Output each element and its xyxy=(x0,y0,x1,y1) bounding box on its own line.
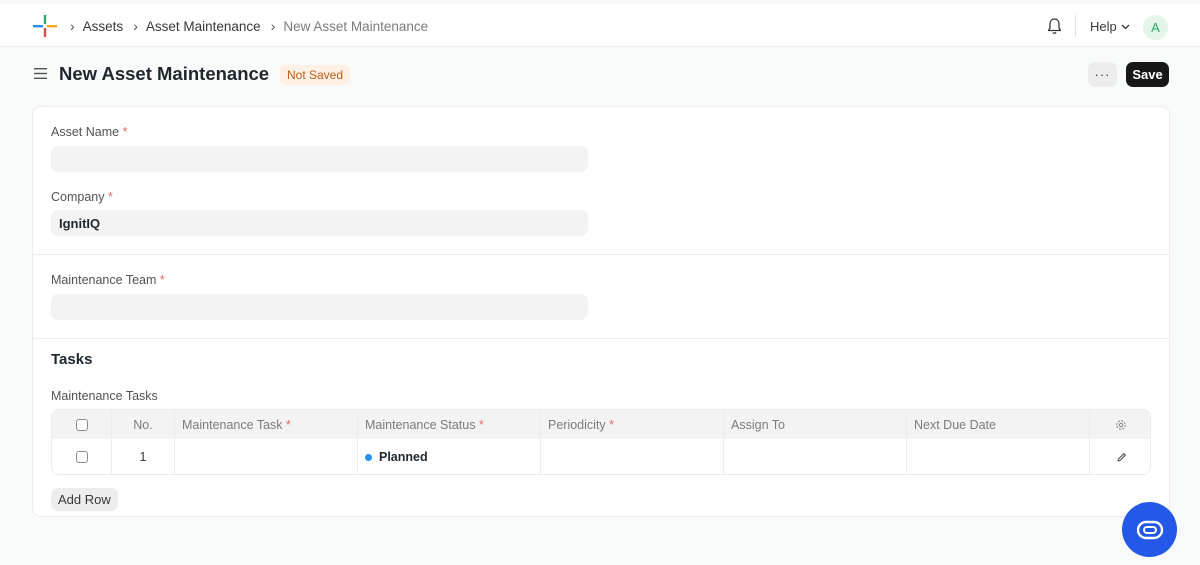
app-logo-icon[interactable] xyxy=(33,15,57,37)
user-avatar[interactable]: A xyxy=(1143,15,1168,40)
more-actions-button[interactable]: ··· xyxy=(1088,62,1117,87)
periodicity-cell[interactable] xyxy=(541,439,724,474)
save-button[interactable]: Save xyxy=(1126,62,1169,87)
gear-icon xyxy=(1116,419,1126,430)
asset-name-input[interactable] xyxy=(51,146,588,172)
form-card: Asset Name * Company * IgnitIQ Maintenan… xyxy=(32,106,1170,517)
notification-bell-icon[interactable] xyxy=(1046,17,1063,35)
status-dot-icon xyxy=(365,453,372,461)
company-input[interactable]: IgnitIQ xyxy=(51,210,588,236)
add-row-button[interactable]: Add Row xyxy=(51,488,118,511)
column-header-maintenance-task: Maintenance Task * xyxy=(175,410,358,439)
column-header-no: No. xyxy=(112,410,175,439)
maintenance-task-cell[interactable] xyxy=(175,439,358,474)
section-divider xyxy=(33,254,1169,255)
required-mark: * xyxy=(122,125,128,139)
breadcrumb: › Assets › Asset Maintenance › New Asset… xyxy=(70,18,438,34)
maintenance-status-cell[interactable]: Planned xyxy=(358,439,541,474)
company-label: Company * xyxy=(51,190,113,204)
chat-bot-icon xyxy=(1136,520,1163,539)
required-mark: * xyxy=(159,273,165,287)
chevron-right-icon: › xyxy=(270,18,276,34)
breadcrumb-current: New Asset Maintenance xyxy=(283,18,429,34)
page-title: New Asset Maintenance xyxy=(59,63,270,84)
column-header-maintenance-status: Maintenance Status * xyxy=(358,410,541,439)
column-settings[interactable] xyxy=(1090,410,1150,439)
assign-to-cell[interactable] xyxy=(724,439,907,474)
help-label: Help xyxy=(1090,19,1117,34)
chevron-right-icon: › xyxy=(133,18,138,34)
asset-name-label: Asset Name * xyxy=(51,125,128,139)
help-dropdown[interactable]: Help xyxy=(1090,19,1130,34)
maintenance-team-input[interactable] xyxy=(51,294,588,320)
page-header: New Asset Maintenance Not Saved ··· Save xyxy=(0,58,1200,90)
row-select xyxy=(52,439,112,474)
sidebar-toggle-icon[interactable] xyxy=(34,68,47,79)
status-badge: Not Saved xyxy=(280,65,351,85)
breadcrumb-assets[interactable]: Assets xyxy=(83,19,124,34)
navbar-divider xyxy=(1075,15,1076,37)
header-select-all xyxy=(52,410,112,439)
section-divider xyxy=(33,338,1169,339)
top-navbar: › Assets › Asset Maintenance › New Asset… xyxy=(0,4,1200,47)
maintenance-team-label: Maintenance Team * xyxy=(51,273,165,287)
chevron-down-icon xyxy=(1121,24,1130,29)
column-header-periodicity: Periodicity * xyxy=(541,410,724,439)
chevron-right-icon: › xyxy=(70,18,75,34)
select-all-checkbox[interactable] xyxy=(75,418,88,431)
table-row[interactable]: 1 Planned xyxy=(52,439,1150,474)
pencil-icon xyxy=(1116,452,1126,462)
table-header: No. Maintenance Task * Maintenance Statu… xyxy=(52,410,1150,439)
required-mark: * xyxy=(107,190,113,204)
next-due-date-cell[interactable] xyxy=(907,439,1090,474)
maintenance-tasks-table: No. Maintenance Task * Maintenance Statu… xyxy=(51,409,1151,475)
maintenance-status-value: Planned xyxy=(379,450,428,464)
row-number: 1 xyxy=(112,439,175,474)
column-header-next-due-date: Next Due Date xyxy=(907,410,1090,439)
maintenance-tasks-label: Maintenance Tasks xyxy=(51,389,158,403)
tasks-section-title: Tasks xyxy=(51,351,93,368)
edit-row[interactable] xyxy=(1090,439,1150,474)
chat-assistant-button[interactable] xyxy=(1122,502,1177,557)
breadcrumb-asset-maintenance[interactable]: Asset Maintenance xyxy=(146,19,261,34)
column-header-assign-to: Assign To xyxy=(724,410,907,439)
row-checkbox[interactable] xyxy=(75,451,88,463)
